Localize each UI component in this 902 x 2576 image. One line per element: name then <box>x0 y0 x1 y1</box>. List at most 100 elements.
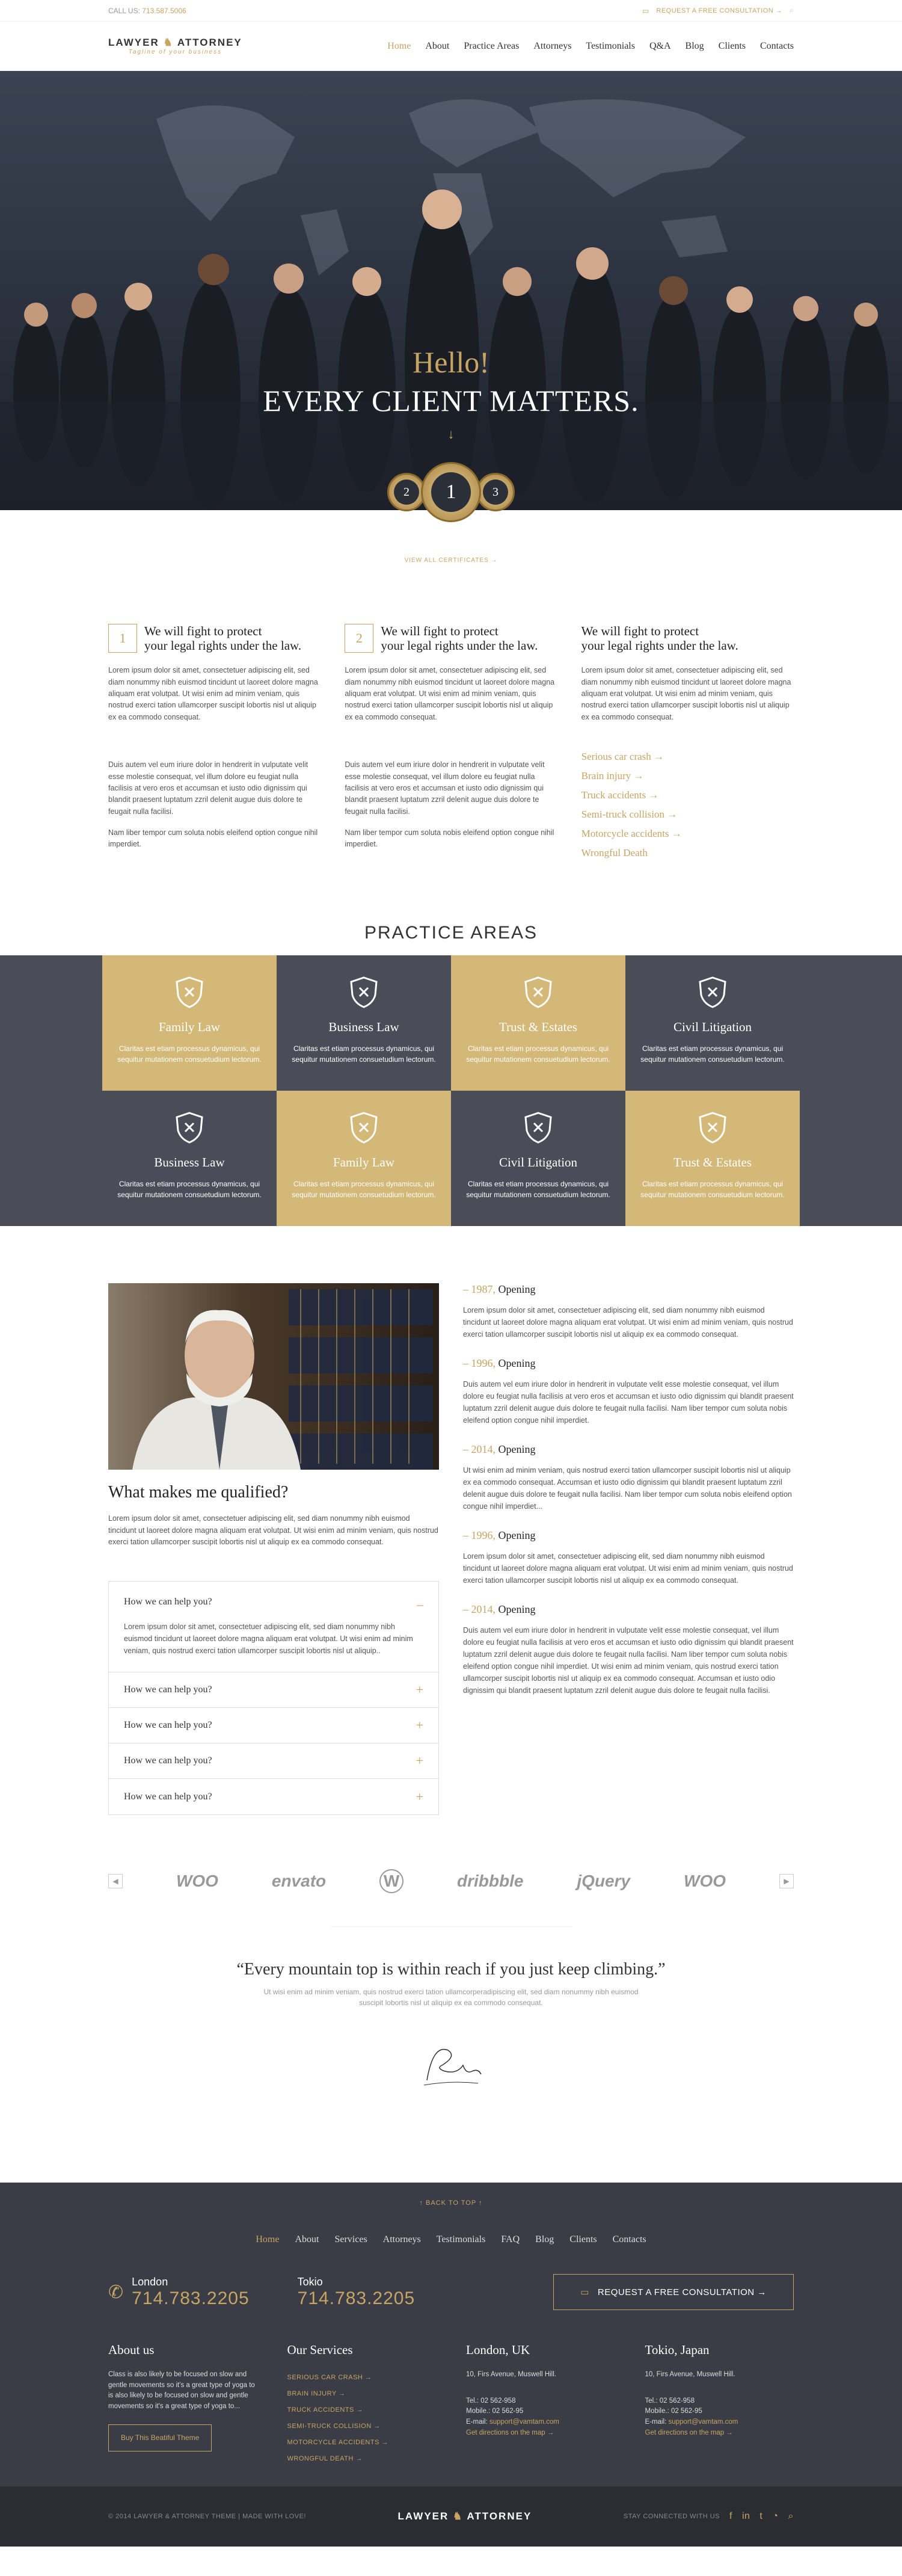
shield-icon <box>350 1112 378 1144</box>
footer-about-title: About us <box>108 2343 155 2358</box>
link-brain-injury[interactable]: Brain injury → <box>581 766 794 786</box>
hero: Hello! EVERY CLIENT MATTERS. ↓ <box>0 71 902 510</box>
footer-email[interactable]: support@vamtam.com <box>668 2418 738 2426</box>
nav-contacts[interactable]: Contacts <box>760 41 794 52</box>
footer-logo[interactable]: LAWYER ♞ ATTORNEY <box>398 2510 532 2522</box>
intro-column-3: We will fight to protect your legal right… <box>581 624 794 863</box>
accordion-item[interactable]: How we can help you? + <box>109 1779 438 1814</box>
logo-dribbble: dribbble <box>457 1872 524 1891</box>
link-motorcycle-accidents[interactable]: Motorcycle accidents → <box>581 824 794 843</box>
top-consultation-link[interactable]: REQUEST A FREE CONSULTATION → <box>656 7 782 14</box>
view-certificates-link[interactable]: VIEW ALL CERTIFICATES → <box>0 557 902 564</box>
practice-card[interactable]: Family Law Claritas est etiam processus d… <box>102 955 277 1091</box>
practice-card[interactable]: Business Law Claritas est etiam processus… <box>277 955 451 1091</box>
certificate-badge-3[interactable]: 3 <box>476 473 515 511</box>
plus-icon[interactable]: + <box>416 1753 423 1769</box>
top-phone[interactable]: 713.587.5006 <box>142 7 186 15</box>
linkedin-icon[interactable]: in <box>742 2511 750 2522</box>
nav-blog[interactable]: Blog <box>686 41 704 52</box>
logo-emblem-icon: ♞ <box>453 2510 464 2522</box>
practice-card[interactable]: Trust & Estates Claritas est etiam proces… <box>451 955 625 1091</box>
logo-emblem-icon: ♞ <box>163 37 174 48</box>
link-truck-accidents[interactable]: Truck accidents → <box>581 786 794 805</box>
accordion-item-open[interactable]: How we can help you? – Lorem ipsum dolor … <box>109 1582 438 1673</box>
footer-service-link[interactable]: BRAIN INJURY → <box>287 2386 437 2402</box>
footer-directions-link[interactable]: Get directions on the map → <box>645 2428 794 2439</box>
accordion-title[interactable]: How we can help you? <box>124 1792 212 1802</box>
nav-about[interactable]: About <box>425 41 449 52</box>
certificate-badge-1[interactable]: 1 <box>421 462 481 522</box>
link-wrongful-death[interactable]: Wrongful Death <box>581 843 794 863</box>
plus-icon[interactable]: + <box>416 1682 423 1698</box>
facebook-icon[interactable]: f <box>729 2511 732 2522</box>
accordion-item[interactable]: How we can help you? + <box>109 1708 438 1744</box>
search-icon[interactable]: ⌕ <box>790 6 794 15</box>
timeline-item: – 2014, Opening Ut wisi enim ad minim ven… <box>463 1443 794 1512</box>
minus-icon[interactable]: – <box>417 1597 423 1612</box>
footer-nav-blog[interactable]: Blog <box>535 2234 554 2245</box>
footer-directions-link[interactable]: Get directions on the map → <box>466 2428 615 2439</box>
footer-nav-home[interactable]: Home <box>256 2234 279 2245</box>
accordion-item[interactable]: How we can help you? + <box>109 1743 438 1779</box>
logos-prev-icon[interactable]: ◀ <box>108 1874 123 1889</box>
nav-testimonials[interactable]: Testimonials <box>586 41 635 52</box>
footer-service-link[interactable]: TRUCK ACCIDENTS → <box>287 2402 437 2418</box>
footer-nav-services[interactable]: Services <box>334 2234 367 2245</box>
practice-card[interactable]: Civil Litigation Claritas est etiam proce… <box>451 1091 625 1227</box>
accordion-title[interactable]: How we can help you? <box>124 1684 212 1695</box>
nav-home[interactable]: Home <box>387 41 411 52</box>
practice-card[interactable]: Trust & Estates Claritas est etiam proces… <box>625 1091 800 1227</box>
footer-service-link[interactable]: WRONGFUL DEATH → <box>287 2451 437 2467</box>
search-icon[interactable]: ⌕ <box>788 2511 794 2522</box>
timeline-label: Opening <box>498 1529 536 1542</box>
logo[interactable]: LAWYER ♞ ATTORNEY Tagline of your busine… <box>108 37 242 55</box>
practice-title: Trust & Estates <box>673 1155 752 1170</box>
footer-nav-about[interactable]: About <box>295 2234 319 2245</box>
rss-icon[interactable]: ◔ <box>772 2511 778 2522</box>
footer-email[interactable]: support@vamtam.com <box>489 2418 559 2426</box>
back-to-top-link[interactable]: ↑ BACK TO TOP ↑ <box>0 2199 902 2207</box>
footer-nav-clients[interactable]: Clients <box>569 2234 597 2245</box>
footer-service-link[interactable]: SERIOUS CAR CRASH → <box>287 2370 437 2386</box>
practice-desc: Claritas est etiam processus dynamicus, … <box>640 1180 785 1200</box>
nav-clients[interactable]: Clients <box>719 41 746 52</box>
column-title-line-2: your legal rights under the law. <box>381 638 538 653</box>
accordion-title[interactable]: How we can help you? <box>124 1597 212 1612</box>
footer-service-link[interactable]: MOTORCYCLE ACCIDENTS → <box>287 2435 437 2451</box>
nav-attorneys[interactable]: Attorneys <box>533 41 571 52</box>
certificate-badge-2[interactable]: 2 <box>387 473 426 511</box>
shield-icon <box>524 976 552 1008</box>
twitter-icon[interactable]: t <box>759 2511 762 2522</box>
chat-icon: ▭ <box>642 6 649 15</box>
timeline-year: – 2014, <box>463 1443 495 1456</box>
link-semi-truck-collision[interactable]: Semi-truck collision → <box>581 805 794 824</box>
buy-theme-button[interactable]: Buy This Beatiful Theme <box>108 2424 212 2451</box>
logos-next-icon[interactable]: ▶ <box>779 1874 794 1889</box>
accordion-item[interactable]: How we can help you? + <box>109 1672 438 1709</box>
footer-consultation-button[interactable]: ▭ REQUEST A FREE CONSULTATION → <box>553 2274 794 2311</box>
practice-card[interactable]: Family Law Claritas est etiam processus d… <box>277 1091 451 1227</box>
accordion-title[interactable]: How we can help you? <box>124 1720 212 1731</box>
logo-left: LAWYER <box>397 2510 449 2522</box>
footer-nav-faq[interactable]: FAQ <box>501 2234 520 2245</box>
tokio-phone[interactable]: 714.783.2205 <box>298 2288 416 2309</box>
plus-icon[interactable]: + <box>416 1789 423 1805</box>
column-title-line-1: We will fight to protect <box>581 624 699 638</box>
london-phone[interactable]: 714.783.2205 <box>132 2288 250 2309</box>
practice-areas-grid: Family Law Claritas est etiam processus d… <box>0 955 902 1227</box>
accordion-title[interactable]: How we can help you? <box>124 1755 212 1766</box>
nav-practice-areas[interactable]: Practice Areas <box>464 41 519 52</box>
plus-icon[interactable]: + <box>416 1718 423 1733</box>
footer-nav-testimonials[interactable]: Testimonials <box>437 2234 486 2245</box>
nav-qa[interactable]: Q&A <box>649 41 671 52</box>
footer-service-link[interactable]: SEMI-TRUCK COLLISION → <box>287 2418 437 2435</box>
call-label: CALL US: <box>108 6 140 15</box>
shield-icon <box>350 976 378 1008</box>
practice-card[interactable]: Civil Litigation Claritas est etiam proce… <box>625 955 800 1091</box>
footer-nav-contacts[interactable]: Contacts <box>613 2234 646 2245</box>
footer-nav-attorneys[interactable]: Attorneys <box>383 2234 421 2245</box>
logo-tagline: Tagline of your business <box>128 49 222 55</box>
link-serious-car-crash[interactable]: Serious car crash → <box>581 747 794 766</box>
scroll-down-arrow-icon[interactable]: ↓ <box>0 427 902 442</box>
practice-card[interactable]: Business Law Claritas est etiam processus… <box>102 1091 277 1227</box>
